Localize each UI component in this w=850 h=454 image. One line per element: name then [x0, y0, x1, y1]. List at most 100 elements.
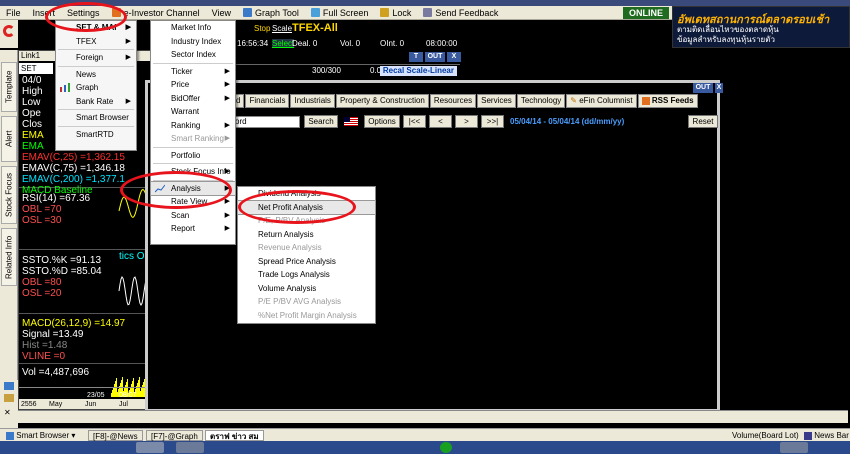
thai-tab[interactable]: ตราฟ ข่าว สม	[205, 430, 264, 441]
news-out-button[interactable]: OUT	[693, 83, 713, 93]
tfex-stop[interactable]: Stop	[254, 24, 270, 33]
set-mai-item-smart-ranking[interactable]: Smart Ranking ▶	[151, 132, 235, 146]
menu-graph-tool[interactable]: Graph Tool	[237, 6, 305, 20]
set-mai-item-rate-view[interactable]: Rate View ▶	[151, 195, 235, 209]
set-mai-item-warrant[interactable]: Warrant	[151, 105, 235, 119]
tfex-scale[interactable]: Scale	[272, 24, 292, 33]
search-button[interactable]: Search	[304, 115, 338, 128]
nav-next-button[interactable]: >	[455, 115, 478, 128]
tfex-t-button[interactable]: T	[409, 52, 423, 62]
analysis-item-p-e-p-bv-avg-analysis[interactable]: P/E P/BV AVG Analysis	[238, 295, 375, 309]
submenu-arrow-icon: ▶	[125, 37, 131, 45]
horizontal-scrollbar[interactable]	[18, 410, 848, 423]
analysis-item-label: Dividend Analysis	[258, 189, 321, 198]
insert-item-smart-browser[interactable]: Smart Browser	[56, 111, 136, 125]
set-mai-item-ticker[interactable]: Ticker ▶	[151, 65, 235, 79]
menu-full-screen[interactable]: Full Screen	[305, 6, 375, 20]
analysis-item-label: Return Analysis	[258, 229, 314, 239]
reset-button[interactable]: Reset	[688, 115, 718, 128]
news-bar-toggle[interactable]: News Bar	[804, 430, 849, 441]
f8-news-tab[interactable]: [F8]-@News	[88, 430, 143, 441]
analysis-item-dividend-analysis[interactable]: Dividend Analysis	[238, 187, 375, 201]
tab-efin-columnist[interactable]: ✎ eFin Columnist	[566, 94, 637, 108]
taskbar-app-3[interactable]	[780, 442, 808, 453]
insert-item-graph[interactable]: Graph	[56, 81, 136, 95]
tab-related-info[interactable]: Related Info	[1, 228, 17, 286]
menu-send-feedback[interactable]: Send Feedback	[417, 6, 504, 20]
set-mai-item-industry-index[interactable]: Industry Index	[151, 35, 235, 49]
taskbar-line-icon[interactable]	[440, 442, 452, 453]
recal-scale-button[interactable]: Recal Scale-Linear	[379, 66, 457, 76]
set-mai-item-sector-index[interactable]: Sector Index	[151, 48, 235, 62]
submenu-arrow-icon: ▶	[224, 121, 230, 129]
nav-last-button[interactable]: >>|	[481, 115, 504, 128]
menu-insert[interactable]: Insert	[27, 6, 62, 20]
tab-technology[interactable]: Technology	[516, 94, 566, 108]
save-icon[interactable]	[4, 382, 14, 390]
tab-property-construction[interactable]: Property & Construction	[335, 94, 429, 108]
nav-prev-button[interactable]: <	[429, 115, 452, 128]
full-screen-icon	[310, 8, 320, 17]
tab-financials[interactable]: Financials	[245, 94, 290, 108]
nav-first-button[interactable]: |<<	[403, 115, 426, 128]
insert-item-foreign[interactable]: Foreign ▶	[56, 51, 136, 65]
tfex-controls-row: T OUT X	[236, 52, 461, 63]
set-mai-item-report[interactable]: Report ▶	[151, 222, 235, 236]
rsi-value: RSI(14) =67.36	[22, 193, 91, 204]
tab-template[interactable]: Template	[1, 62, 17, 112]
set-mai-item-bidoffer[interactable]: BidOffer ▶	[151, 92, 235, 106]
tab-resources[interactable]: Resources	[429, 94, 477, 108]
analysis-item-trade-logs-analysis[interactable]: Trade Logs Analysis	[238, 268, 375, 282]
tab-industrials[interactable]: Industrials	[290, 94, 335, 108]
tab-stock-focus[interactable]: Stock Focus	[1, 166, 17, 224]
tfex-out-button[interactable]: OUT	[425, 52, 445, 62]
ad-banner[interactable]: อัพเดทสถานการณ์ตลาดรอบเช้า ตามติดเลื่อนไ…	[672, 6, 850, 48]
set-mai-item-scan[interactable]: Scan ▶	[151, 209, 235, 223]
analysis-item-p-e-p-bv-analysis[interactable]: P/E, P/BV Analysis	[238, 214, 375, 228]
news-search-input[interactable]: ord	[232, 116, 300, 128]
set-mai-item-price[interactable]: Price ▶	[151, 78, 235, 92]
options-button[interactable]: Options	[364, 115, 400, 128]
tfex-close-button[interactable]: X	[447, 52, 461, 62]
close-icon[interactable]: ✕	[4, 408, 11, 417]
set-mai-item-stock-focus-info[interactable]: Stock Focus Info ▶	[151, 165, 235, 179]
taskbar-app-1[interactable]	[136, 442, 164, 453]
analysis-item-net-profit-analysis[interactable]: Net Profit Analysis	[237, 199, 376, 215]
insert-item-tfex[interactable]: TFEX ▶	[56, 35, 136, 49]
set-mai-item-ranking[interactable]: Ranking ▶	[151, 119, 235, 133]
f7-graph-tab[interactable]: [F7]-@Graph	[146, 430, 203, 441]
volume-bar	[143, 382, 144, 397]
analysis-item-volume-analysis[interactable]: Volume Analysis	[238, 282, 375, 296]
insert-item-set-mai[interactable]: SET & MAI ▶	[56, 21, 136, 35]
analysis-item-revenue-analysis[interactable]: Revenue Analysis	[238, 241, 375, 255]
analysis-item-spread-price-analysis[interactable]: Spread Price Analysis	[238, 255, 375, 269]
set-mai-item-market-info[interactable]: Market Info	[151, 21, 235, 35]
set-mai-item-analysis[interactable]: Analysis ▶	[150, 180, 236, 196]
analysis-item-return-analysis[interactable]: Return Analysis	[238, 228, 375, 242]
tab-rss-feeds[interactable]: RSS Feeds	[637, 94, 698, 108]
newsbar-icon	[804, 431, 812, 440]
insert-item-news[interactable]: News	[56, 68, 136, 82]
menu-einvestor-channel[interactable]: e-Investor Channel	[106, 6, 206, 20]
chart-indicator-line: Ope	[22, 108, 41, 119]
analysis-item-net-profit-margin-analysis[interactable]: %Net Profit Margin Analysis	[238, 309, 375, 323]
uk-flag-icon[interactable]	[344, 117, 358, 126]
insert-item-label: SmartRTD	[76, 129, 114, 139]
insert-item-bank-rate[interactable]: Bank Rate ▶	[56, 95, 136, 109]
set-mai-item-portfolio[interactable]: Portfolio	[151, 149, 235, 163]
menu-view[interactable]: View	[206, 6, 237, 20]
tfex-select[interactable]: Select	[272, 39, 295, 48]
smart-browser-status[interactable]: Smart Browser ▾	[6, 430, 75, 441]
tab-alert[interactable]: Alert	[1, 116, 17, 162]
menu-separator	[153, 146, 233, 148]
menu-file[interactable]: File	[0, 6, 27, 20]
tab-services[interactable]: Services	[477, 94, 516, 108]
taskbar-app-2[interactable]	[176, 442, 204, 453]
menu-lock[interactable]: Lock	[374, 6, 417, 20]
insert-item-smartrtd[interactable]: SmartRTD	[56, 128, 136, 142]
news-close-button[interactable]: X	[715, 83, 723, 93]
print-icon[interactable]	[4, 394, 14, 402]
axis-year: 2556	[21, 401, 37, 408]
browser-icon	[6, 431, 14, 440]
menu-settings[interactable]: Settings	[61, 6, 106, 20]
